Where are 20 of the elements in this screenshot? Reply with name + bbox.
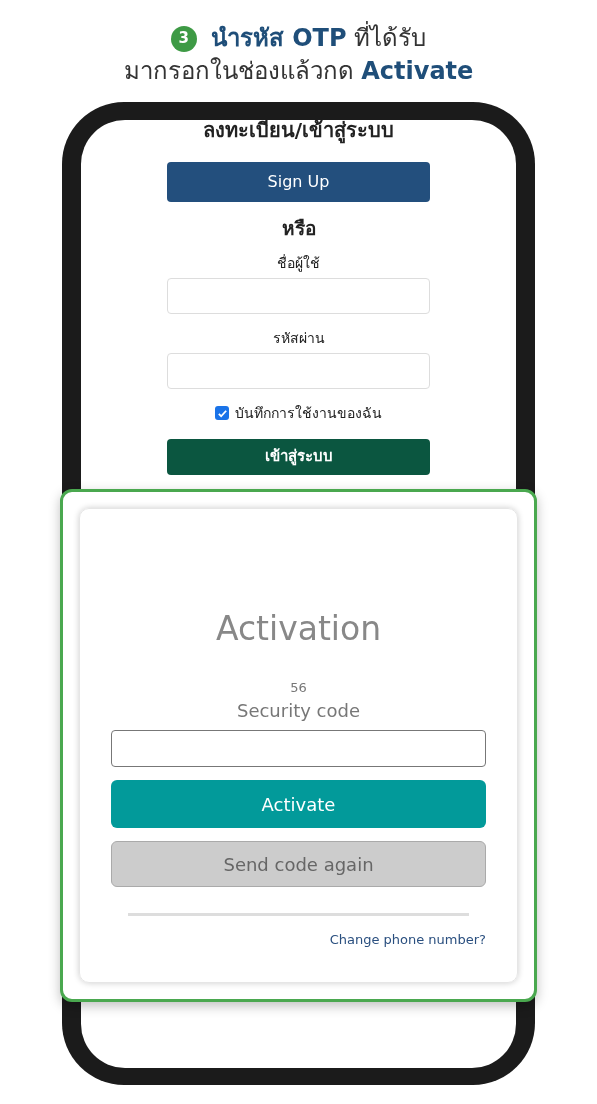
login-button[interactable]: เข้าสู่ระบบ <box>167 438 430 475</box>
instruction-text: มากรอกในช่องแล้วกด <box>123 56 355 87</box>
page-title: ลงทะเบียน/เข้าสู่ระบบ <box>202 120 395 142</box>
username-field[interactable] <box>167 277 430 314</box>
password-label: รหัสผ่าน <box>272 328 325 348</box>
username-label: ชื่อผู้ใช้ <box>277 253 320 274</box>
activation-title: Activation <box>215 608 382 650</box>
remember-checkbox[interactable] <box>215 406 229 420</box>
security-code-field[interactable] <box>111 730 486 767</box>
code-hint: 56 <box>290 678 307 697</box>
password-field[interactable] <box>167 352 430 389</box>
highlighted-text: นำรหัส OTP <box>210 23 347 54</box>
or-label: หรือ <box>281 216 316 241</box>
security-code-label: Security code <box>236 699 360 723</box>
remember-label: บันทึกการใช้งานของฉัน <box>235 403 382 423</box>
highlighted-text: Activate <box>361 56 474 87</box>
instruction-text: ที่ได้รับ <box>346 22 427 55</box>
change-phone-link[interactable]: Change phone number? <box>329 930 486 950</box>
signup-button[interactable]: Sign Up <box>167 162 430 202</box>
step-number: 3 <box>170 25 197 52</box>
